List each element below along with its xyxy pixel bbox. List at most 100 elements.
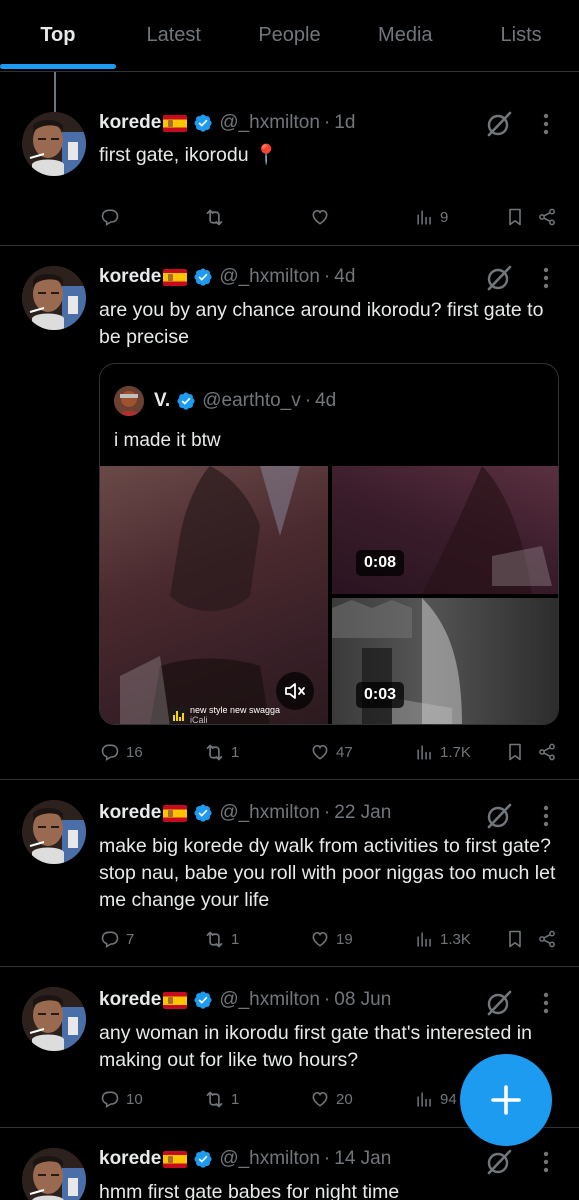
- grok-icon[interactable]: [485, 264, 513, 292]
- views-button[interactable]: 94: [415, 1085, 457, 1113]
- tab-media[interactable]: Media: [347, 0, 463, 71]
- video-thumbnail[interactable]: 0:08: [332, 466, 558, 594]
- display-name[interactable]: korede: [99, 112, 161, 134]
- retweet-button[interactable]: 1: [204, 925, 239, 953]
- views-button[interactable]: 1.3K: [415, 925, 471, 953]
- bookmark-icon: [505, 207, 525, 227]
- video-thumbnail[interactable]: new style new swagga iCali: [100, 466, 328, 724]
- views-icon: [415, 930, 434, 949]
- display-name[interactable]: korede: [99, 266, 161, 288]
- share-button[interactable]: [537, 203, 557, 231]
- quoted-tweet[interactable]: V. @earthto_v · 4d i made it btw new sty…: [99, 363, 559, 725]
- more-options-icon[interactable]: [536, 989, 556, 1017]
- mute-button[interactable]: [276, 672, 314, 710]
- verified-badge-icon[interactable]: [193, 1149, 213, 1169]
- compose-button[interactable]: [460, 1054, 552, 1146]
- retweet-button[interactable]: 1: [204, 1085, 239, 1113]
- tweet-actions: 9: [0, 203, 579, 231]
- more-options-icon[interactable]: [536, 110, 556, 138]
- timestamp[interactable]: 14 Jan: [334, 1148, 391, 1170]
- bookmark-button[interactable]: [505, 203, 525, 231]
- avatar[interactable]: [22, 266, 86, 330]
- tab-latest[interactable]: Latest: [116, 0, 232, 71]
- reply-button[interactable]: 7: [100, 925, 134, 953]
- retweet-button[interactable]: [204, 203, 231, 231]
- tab-top[interactable]: Top: [0, 0, 116, 71]
- reply-button[interactable]: 10: [100, 1085, 143, 1113]
- reply-icon: [100, 1089, 120, 1109]
- separator-dot: ·: [323, 1148, 331, 1169]
- spain-flag-icon: [163, 114, 188, 132]
- user-handle[interactable]: @_hxmilton: [219, 112, 320, 134]
- quoted-user-handle[interactable]: @earthto_v: [202, 390, 301, 412]
- tweet-header: korede @_hxmilton · 22 Jan: [99, 799, 391, 827]
- tab-lists[interactable]: Lists: [463, 0, 579, 71]
- views-button[interactable]: 1.7K: [415, 738, 471, 766]
- more-options-icon[interactable]: [536, 802, 556, 830]
- share-icon: [537, 929, 557, 949]
- like-button[interactable]: 19: [310, 925, 353, 953]
- reply-button[interactable]: [100, 203, 126, 231]
- tweet[interactable]: korede @_hxmilton · 22 Jan make big kore…: [0, 780, 579, 967]
- grok-icon[interactable]: [485, 1148, 513, 1176]
- avatar[interactable]: [22, 112, 86, 176]
- views-icon: [415, 743, 434, 762]
- user-handle[interactable]: @_hxmilton: [219, 802, 320, 824]
- grok-icon[interactable]: [485, 989, 513, 1017]
- spain-flag-icon: [163, 1150, 188, 1168]
- user-handle[interactable]: @_hxmilton: [219, 266, 320, 288]
- like-button[interactable]: [310, 203, 336, 231]
- display-name[interactable]: korede: [99, 1148, 161, 1170]
- quoted-avatar[interactable]: [114, 386, 144, 416]
- verified-badge-icon[interactable]: [176, 391, 196, 411]
- avatar[interactable]: [22, 800, 86, 864]
- spain-flag-icon: [163, 804, 188, 822]
- display-name[interactable]: korede: [99, 989, 161, 1011]
- verified-badge-icon[interactable]: [193, 113, 213, 133]
- like-button[interactable]: 20: [310, 1085, 353, 1113]
- views-button[interactable]: 9: [415, 203, 448, 231]
- tweet[interactable]: korede @_hxmilton · 1d first gate, ikoro…: [0, 72, 579, 246]
- music-title: new style new swagga: [190, 705, 281, 715]
- volume-muted-icon: [285, 683, 305, 699]
- grok-icon[interactable]: [485, 802, 513, 830]
- bookmark-button[interactable]: [505, 738, 525, 766]
- share-button[interactable]: [537, 738, 557, 766]
- timestamp[interactable]: 4d: [334, 266, 355, 288]
- reply-button[interactable]: 16: [100, 738, 143, 766]
- tab-people[interactable]: People: [232, 0, 348, 71]
- quoted-display-name[interactable]: V.: [154, 390, 170, 412]
- bookmark-button[interactable]: [505, 925, 525, 953]
- retweet-button[interactable]: 1: [204, 738, 239, 766]
- verified-badge-icon[interactable]: [193, 990, 213, 1010]
- timestamp[interactable]: 1d: [334, 112, 355, 134]
- share-button[interactable]: [537, 925, 557, 953]
- views-icon: [415, 208, 434, 227]
- like-button[interactable]: 47: [310, 738, 353, 766]
- video-thumbnail[interactable]: 0:03: [332, 598, 558, 724]
- verified-badge-icon[interactable]: [193, 803, 213, 823]
- tweet-text: are you by any chance around ikorodu? fi…: [99, 299, 544, 348]
- search-tabs: Top Latest People Media Lists: [0, 0, 579, 72]
- reply-icon: [100, 742, 120, 762]
- grok-icon[interactable]: [485, 110, 513, 138]
- more-options-icon[interactable]: [536, 264, 556, 292]
- verified-badge-icon[interactable]: [193, 267, 213, 287]
- separator-dot: ·: [304, 390, 312, 411]
- timestamp[interactable]: 22 Jan: [334, 802, 391, 824]
- video-duration: 0:08: [356, 550, 405, 576]
- timestamp[interactable]: 08 Jun: [334, 989, 391, 1011]
- bookmark-icon: [505, 742, 525, 762]
- display-name[interactable]: korede: [99, 802, 161, 824]
- share-icon: [537, 207, 557, 227]
- avatar[interactable]: [22, 1148, 86, 1200]
- quoted-timestamp[interactable]: 4d: [315, 390, 336, 412]
- tweet[interactable]: korede @_hxmilton · 4d are you by any ch…: [0, 246, 579, 780]
- reply-icon: [100, 207, 120, 227]
- user-handle[interactable]: @_hxmilton: [219, 989, 320, 1011]
- plus-icon: [491, 1085, 521, 1115]
- avatar[interactable]: [22, 987, 86, 1051]
- more-options-icon[interactable]: [536, 1148, 556, 1176]
- heart-icon: [310, 1089, 330, 1109]
- user-handle[interactable]: @_hxmilton: [219, 1148, 320, 1170]
